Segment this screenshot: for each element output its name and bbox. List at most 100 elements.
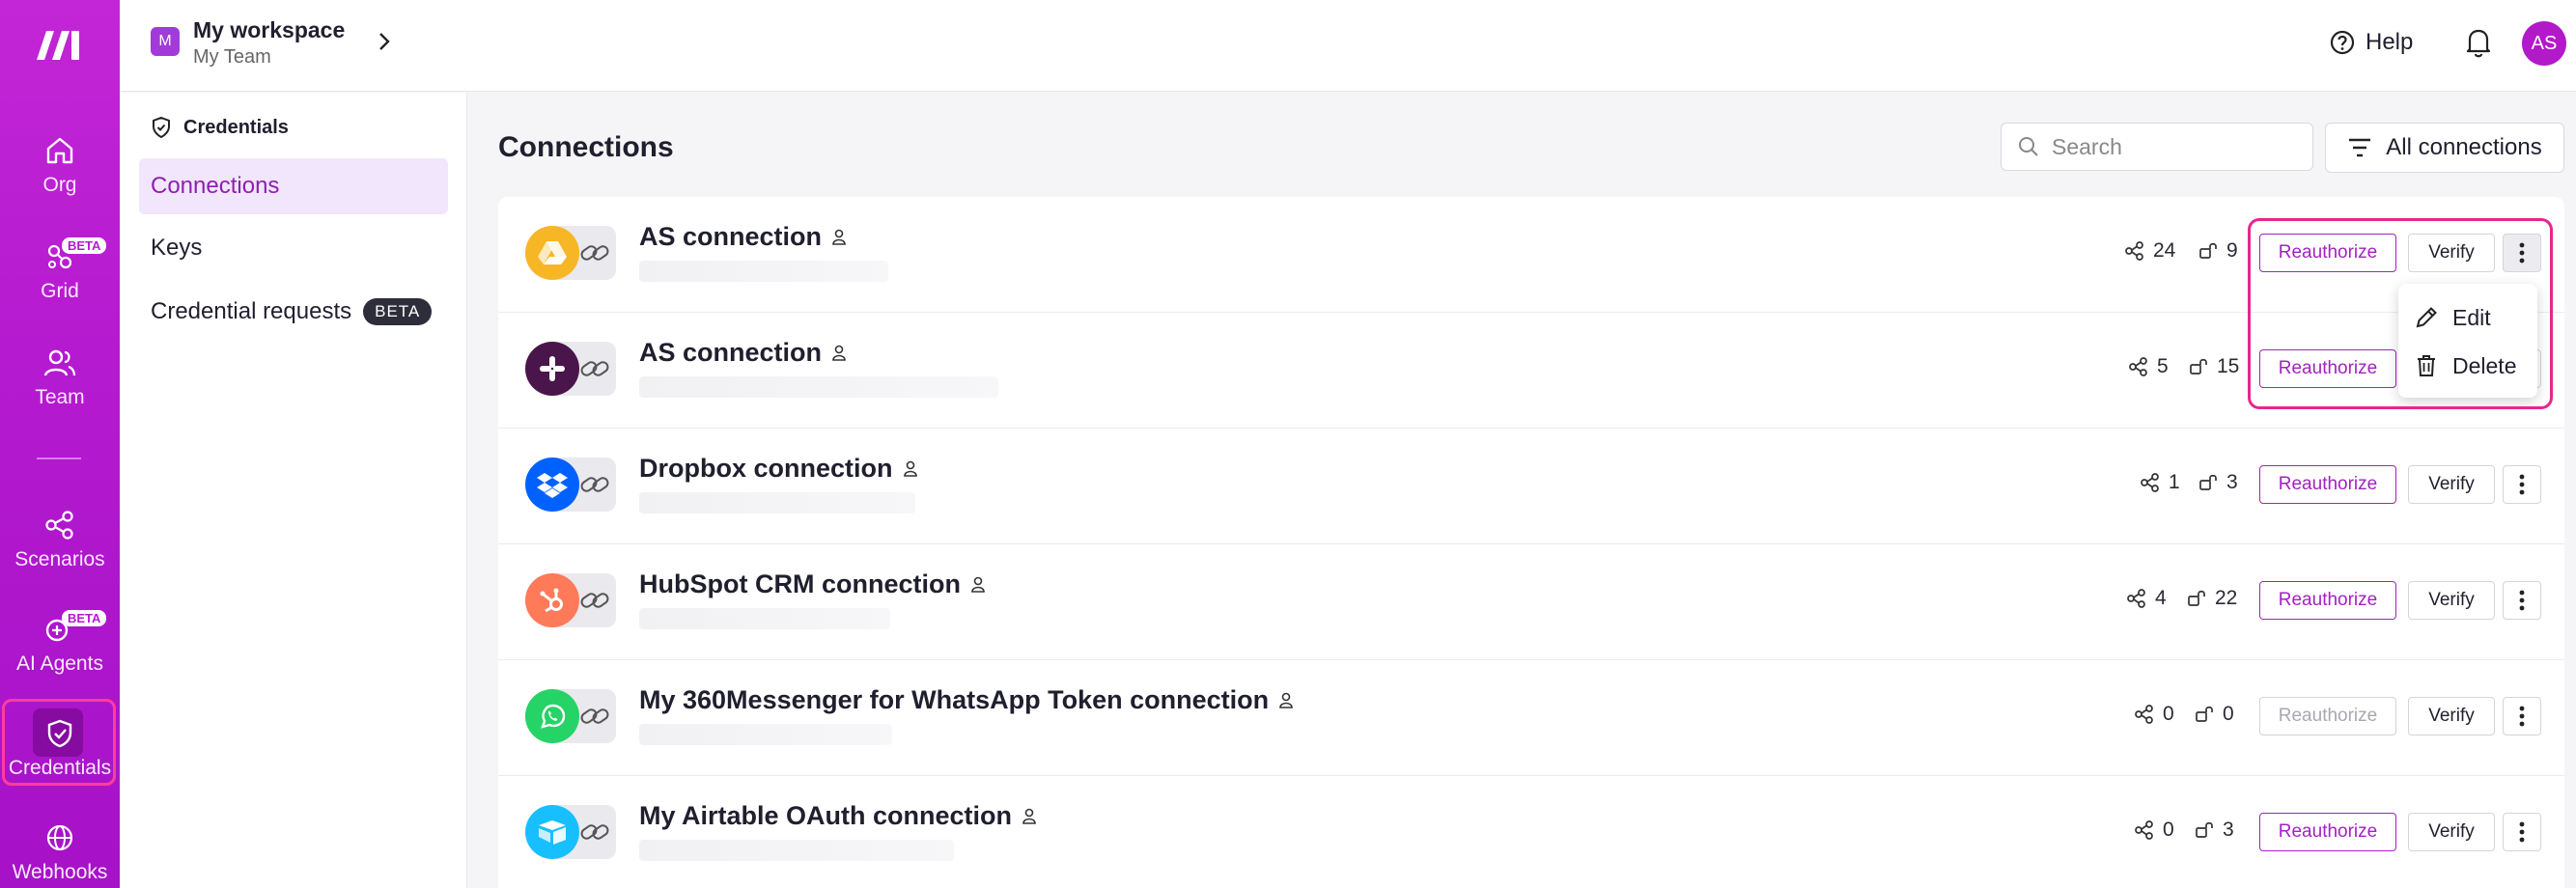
rail-item-label: Team <box>35 386 85 408</box>
user-icon <box>971 576 985 593</box>
connection-name[interactable]: My Airtable OAuth connection <box>639 801 1037 831</box>
module-icon <box>2188 590 2205 606</box>
user-icon <box>1022 808 1036 824</box>
reauthorize-button[interactable]: Reauthorize <box>2259 234 2396 272</box>
whatsapp-icon <box>525 689 579 743</box>
module-count-value: 22 <box>2215 587 2238 609</box>
connection-name[interactable]: AS connection <box>639 338 847 368</box>
connection-subtitle-placeholder <box>639 608 890 629</box>
subnav-item-label: Connections <box>151 173 280 199</box>
share-icon <box>45 511 73 540</box>
module-icon <box>2190 358 2207 375</box>
team-icon <box>43 349 76 376</box>
table-row[interactable]: AS connection 5 15 Reauthorize Verify <box>498 313 2564 429</box>
connection-subtitle-placeholder <box>639 724 892 745</box>
scenario-count-value: 0 <box>2163 703 2174 725</box>
menu-item-delete[interactable]: Delete <box>2398 342 2537 390</box>
rail-item-grid[interactable]: BETA Grid <box>0 237 120 332</box>
make-logo-icon[interactable] <box>33 25 87 64</box>
table-row[interactable]: Dropbox connection 1 3 Reauthorize Verif… <box>498 429 2564 544</box>
connection-subtitle-placeholder <box>639 492 915 513</box>
bell-icon[interactable] <box>2462 25 2495 60</box>
connection-name-label: My 360Messenger for WhatsApp Token conne… <box>639 685 1270 714</box>
search-input[interactable] <box>2052 133 2283 160</box>
scenario-count-value: 1 <box>2169 471 2180 493</box>
more-options-button[interactable] <box>2503 234 2541 272</box>
rail-item-label: Scenarios <box>14 548 105 570</box>
rail-item-org[interactable]: Org <box>0 133 120 226</box>
trash-icon <box>2418 355 2435 376</box>
scenario-count-value: 4 <box>2155 587 2167 609</box>
scenario-count-value: 5 <box>2157 355 2169 377</box>
subnav-item-connections[interactable]: Connections <box>139 158 448 214</box>
search-icon <box>2019 137 2038 156</box>
slack-icon <box>525 342 579 396</box>
connection-name-label: HubSpot CRM connection <box>639 569 961 598</box>
connection-name[interactable]: Dropbox connection <box>639 454 918 484</box>
reauthorize-button[interactable]: Reauthorize <box>2259 465 2396 504</box>
more-options-button[interactable] <box>2503 697 2541 735</box>
beta-badge: BETA <box>62 610 107 626</box>
share-icon <box>2127 589 2145 608</box>
module-count-value: 9 <box>2226 239 2238 262</box>
connections-list: AS connection 24 9 Reauthorize Verify AS… <box>498 197 2564 888</box>
subnav-item-keys[interactable]: Keys <box>139 220 448 276</box>
module-icon <box>2199 242 2217 259</box>
verify-button[interactable]: Verify <box>2408 697 2495 735</box>
team-name: My Team <box>193 46 271 68</box>
connection-name[interactable]: HubSpot CRM connection <box>639 569 986 599</box>
table-row[interactable]: HubSpot CRM connection 4 22 Reauthorize … <box>498 544 2564 660</box>
workspace-name[interactable]: My workspace <box>193 17 345 43</box>
rail-item-ai-agents[interactable]: BETA AI Agents <box>0 610 120 705</box>
rail-item-team[interactable]: Team <box>0 346 120 438</box>
help-button[interactable]: Help <box>2329 25 2413 60</box>
module-icon <box>2196 706 2213 722</box>
more-options-button[interactable] <box>2503 581 2541 620</box>
subnav-heading-label: Credentials <box>183 116 289 138</box>
share-icon <box>2135 705 2153 724</box>
verify-button[interactable]: Verify <box>2408 465 2495 504</box>
module-count: 3 <box>2194 819 2234 842</box>
rail-item-scenarios[interactable]: Scenarios <box>0 508 120 600</box>
menu-item-label: Delete <box>2452 352 2517 378</box>
filter-button[interactable]: All connections <box>2325 123 2564 173</box>
avatar[interactable]: AS <box>2522 21 2566 66</box>
search-box[interactable] <box>2001 123 2313 171</box>
user-icon <box>832 345 846 361</box>
table-row[interactable]: My Airtable OAuth connection 0 3 Reautho… <box>498 776 2564 888</box>
table-row[interactable]: My 360Messenger for WhatsApp Token conne… <box>498 660 2564 776</box>
module-count-value: 15 <box>2217 355 2240 377</box>
rail-item-webhooks[interactable]: Webhooks <box>0 820 120 888</box>
workspace-badge: M <box>151 27 180 56</box>
subnav-item-credential-requests[interactable]: Credential requests BETA <box>139 284 448 340</box>
reauthorize-button[interactable]: Reauthorize <box>2259 697 2396 735</box>
module-count: 3 <box>2198 471 2238 494</box>
hubspot-icon <box>525 573 579 627</box>
chevron-right-icon[interactable] <box>373 27 396 56</box>
module-count: 9 <box>2198 239 2238 263</box>
more-options-button[interactable] <box>2503 465 2541 504</box>
verify-button[interactable]: Verify <box>2408 234 2495 272</box>
reauthorize-button[interactable]: Reauthorize <box>2259 581 2396 620</box>
reauthorize-button[interactable]: Reauthorize <box>2259 349 2396 388</box>
module-count: 0 <box>2194 703 2234 726</box>
row-context-menu: Edit Delete <box>2398 284 2537 398</box>
connection-name[interactable]: AS connection <box>639 222 847 252</box>
rail-item-label: Org <box>42 174 77 196</box>
menu-item-edit[interactable]: Edit <box>2398 293 2537 342</box>
verify-button[interactable]: Verify <box>2408 813 2495 851</box>
more-options-button[interactable] <box>2503 813 2541 851</box>
module-count: 22 <box>2186 587 2237 610</box>
reauthorize-button[interactable]: Reauthorize <box>2259 813 2396 851</box>
connection-name[interactable]: My 360Messenger for WhatsApp Token conne… <box>639 685 1294 715</box>
scenario-count: 24 <box>2124 239 2175 263</box>
scenario-count: 5 <box>2128 355 2169 378</box>
scenario-count: 0 <box>2134 703 2174 726</box>
share-icon <box>2135 820 2153 840</box>
scenario-count: 0 <box>2134 819 2174 842</box>
verify-button[interactable]: Verify <box>2408 581 2495 620</box>
module-count-value: 3 <box>2223 819 2234 841</box>
table-row[interactable]: AS connection 24 9 Reauthorize Verify <box>498 197 2564 313</box>
connection-name-label: AS connection <box>639 222 823 251</box>
credentials-subnav: Credentials Connections Keys Credential … <box>120 93 467 888</box>
